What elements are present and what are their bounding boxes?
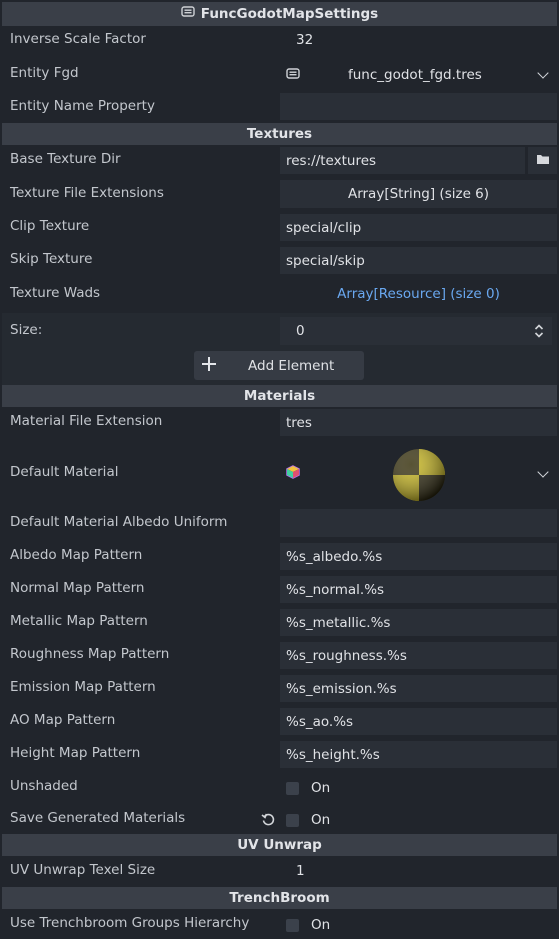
uv-unwrap-texel-size-label: UV Unwrap Texel Size xyxy=(10,862,156,878)
script-resource-icon xyxy=(181,2,195,26)
inverse-scale-factor-field[interactable]: 32 xyxy=(280,29,557,51)
inverse-scale-factor-label: Inverse Scale Factor xyxy=(10,31,146,47)
ao-map-pattern-value: %s_ao.%s xyxy=(286,713,354,730)
uv-unwrap-section-title: UV Unwrap xyxy=(237,837,322,853)
albedo-map-pattern-label: Albedo Map Pattern xyxy=(10,547,143,563)
save-generated-materials-checkbox[interactable]: On xyxy=(280,807,557,833)
plus-icon xyxy=(202,356,216,375)
default-material-albedo-uniform-input[interactable] xyxy=(280,509,557,537)
inspector-title: FuncGodotMapSettings xyxy=(200,6,379,22)
textures-section-header[interactable]: Textures xyxy=(2,123,557,145)
normal-map-pattern-label: Normal Map Pattern xyxy=(10,580,145,596)
entity-name-property-label: Entity Name Property xyxy=(10,98,155,114)
add-element-button[interactable]: Add Element xyxy=(194,351,364,380)
textures-section-title: Textures xyxy=(246,126,313,142)
default-material-albedo-uniform-label: Default Material Albedo Uniform xyxy=(10,514,228,530)
material-file-extension-input[interactable]: tres xyxy=(280,409,557,436)
albedo-map-pattern-value: %s_albedo.%s xyxy=(286,548,383,565)
inverse-scale-factor-value: 32 xyxy=(296,32,314,48)
emission-map-pattern-label: Emission Map Pattern xyxy=(10,679,156,695)
roughness-map-pattern-label: Roughness Map Pattern xyxy=(10,646,170,662)
materials-section-title: Materials xyxy=(243,388,316,404)
spin-arrows-icon[interactable] xyxy=(534,323,544,343)
material-cube-icon xyxy=(286,465,300,483)
entity-fgd-label: Entity Fgd xyxy=(10,65,79,81)
revert-icon[interactable] xyxy=(261,812,276,831)
entity-fgd-picker[interactable]: func_godot_fgd.tres xyxy=(280,61,557,89)
ao-map-pattern-input[interactable]: %s_ao.%s xyxy=(280,708,557,735)
uv-unwrap-section-header[interactable]: UV Unwrap xyxy=(2,834,557,856)
clip-texture-input[interactable]: special/clip xyxy=(280,214,557,241)
base-texture-dir-value: res://textures xyxy=(286,152,377,169)
skip-texture-label: Skip Texture xyxy=(10,251,93,267)
roughness-map-pattern-value: %s_roughness.%s xyxy=(286,647,407,664)
checkbox-icon[interactable] xyxy=(286,781,299,795)
base-texture-dir-input[interactable]: res://textures xyxy=(280,147,525,174)
normal-map-pattern-value: %s_normal.%s xyxy=(286,581,385,598)
use-trenchbroom-groups-hierarchy-checkbox[interactable]: On xyxy=(280,912,557,938)
unshaded-label: Unshaded xyxy=(10,778,78,794)
texture-wads-value: Array[Resource] (size 0) xyxy=(337,286,500,302)
metallic-map-pattern-value: %s_metallic.%s xyxy=(286,614,391,631)
unshaded-checkbox[interactable]: On xyxy=(280,775,557,801)
texture-file-extensions-button[interactable]: Array[String] (size 6) xyxy=(280,180,557,208)
inspector-title-bar: FuncGodotMapSettings xyxy=(2,2,557,26)
clip-texture-label: Clip Texture xyxy=(10,218,90,234)
browse-folder-button[interactable] xyxy=(528,147,557,174)
uv-unwrap-texel-size-field[interactable]: 1 xyxy=(280,859,557,883)
texture-wads-button[interactable]: Array[Resource] (size 0) xyxy=(280,280,557,308)
albedo-map-pattern-input[interactable]: %s_albedo.%s xyxy=(280,543,557,570)
chevron-down-icon[interactable] xyxy=(537,466,549,478)
skip-texture-input[interactable]: special/skip xyxy=(280,247,557,274)
default-material-label: Default Material xyxy=(10,464,119,480)
size-label: Size: xyxy=(10,322,43,338)
script-resource-icon xyxy=(286,67,300,84)
emission-map-pattern-value: %s_emission.%s xyxy=(286,680,397,697)
height-map-pattern-label: Height Map Pattern xyxy=(10,745,141,761)
save-generated-materials-label: Save Generated Materials xyxy=(10,810,186,826)
use-trenchbroom-groups-hierarchy-label: Use Trenchbroom Groups Hierarchy xyxy=(10,915,250,931)
base-texture-dir-label: Base Texture Dir xyxy=(10,151,121,167)
trenchbroom-section-header[interactable]: TrenchBroom xyxy=(2,887,557,909)
metallic-map-pattern-label: Metallic Map Pattern xyxy=(10,613,148,629)
save-generated-materials-value: On xyxy=(311,812,331,828)
normal-map-pattern-input[interactable]: %s_normal.%s xyxy=(280,576,557,603)
use-trenchbroom-groups-hierarchy-value: On xyxy=(311,917,331,933)
checkbox-icon[interactable] xyxy=(286,918,299,932)
emission-map-pattern-input[interactable]: %s_emission.%s xyxy=(280,675,557,702)
texture-wads-label: Texture Wads xyxy=(10,285,101,301)
folder-icon xyxy=(536,153,550,169)
metallic-map-pattern-input[interactable]: %s_metallic.%s xyxy=(280,609,557,636)
material-file-extension-label: Material File Extension xyxy=(10,413,163,429)
trenchbroom-section-title: TrenchBroom xyxy=(229,890,330,906)
default-material-picker[interactable] xyxy=(280,442,557,506)
size-value: 0 xyxy=(296,323,305,339)
material-file-extension-value: tres xyxy=(286,414,312,431)
clip-texture-value: special/clip xyxy=(286,219,362,236)
size-spinbox[interactable]: 0 xyxy=(280,317,552,345)
unshaded-value: On xyxy=(311,780,331,796)
height-map-pattern-input[interactable]: %s_height.%s xyxy=(280,741,557,768)
material-preview-thumbnail xyxy=(392,448,446,506)
entity-name-property-input[interactable] xyxy=(280,93,557,120)
add-element-label: Add Element xyxy=(248,357,335,374)
checkbox-icon[interactable] xyxy=(286,813,299,827)
chevron-down-icon[interactable] xyxy=(537,67,549,79)
texture-file-extensions-value: Array[String] (size 6) xyxy=(347,186,490,202)
roughness-map-pattern-input[interactable]: %s_roughness.%s xyxy=(280,642,557,669)
ao-map-pattern-label: AO Map Pattern xyxy=(10,712,116,728)
texture-file-extensions-label: Texture File Extensions xyxy=(10,185,164,201)
skip-texture-value: special/skip xyxy=(286,252,365,269)
materials-section-header[interactable]: Materials xyxy=(2,385,557,407)
entity-fgd-value: func_godot_fgd.tres xyxy=(348,67,482,83)
uv-unwrap-texel-size-value: 1 xyxy=(296,863,305,879)
height-map-pattern-value: %s_height.%s xyxy=(286,746,380,763)
